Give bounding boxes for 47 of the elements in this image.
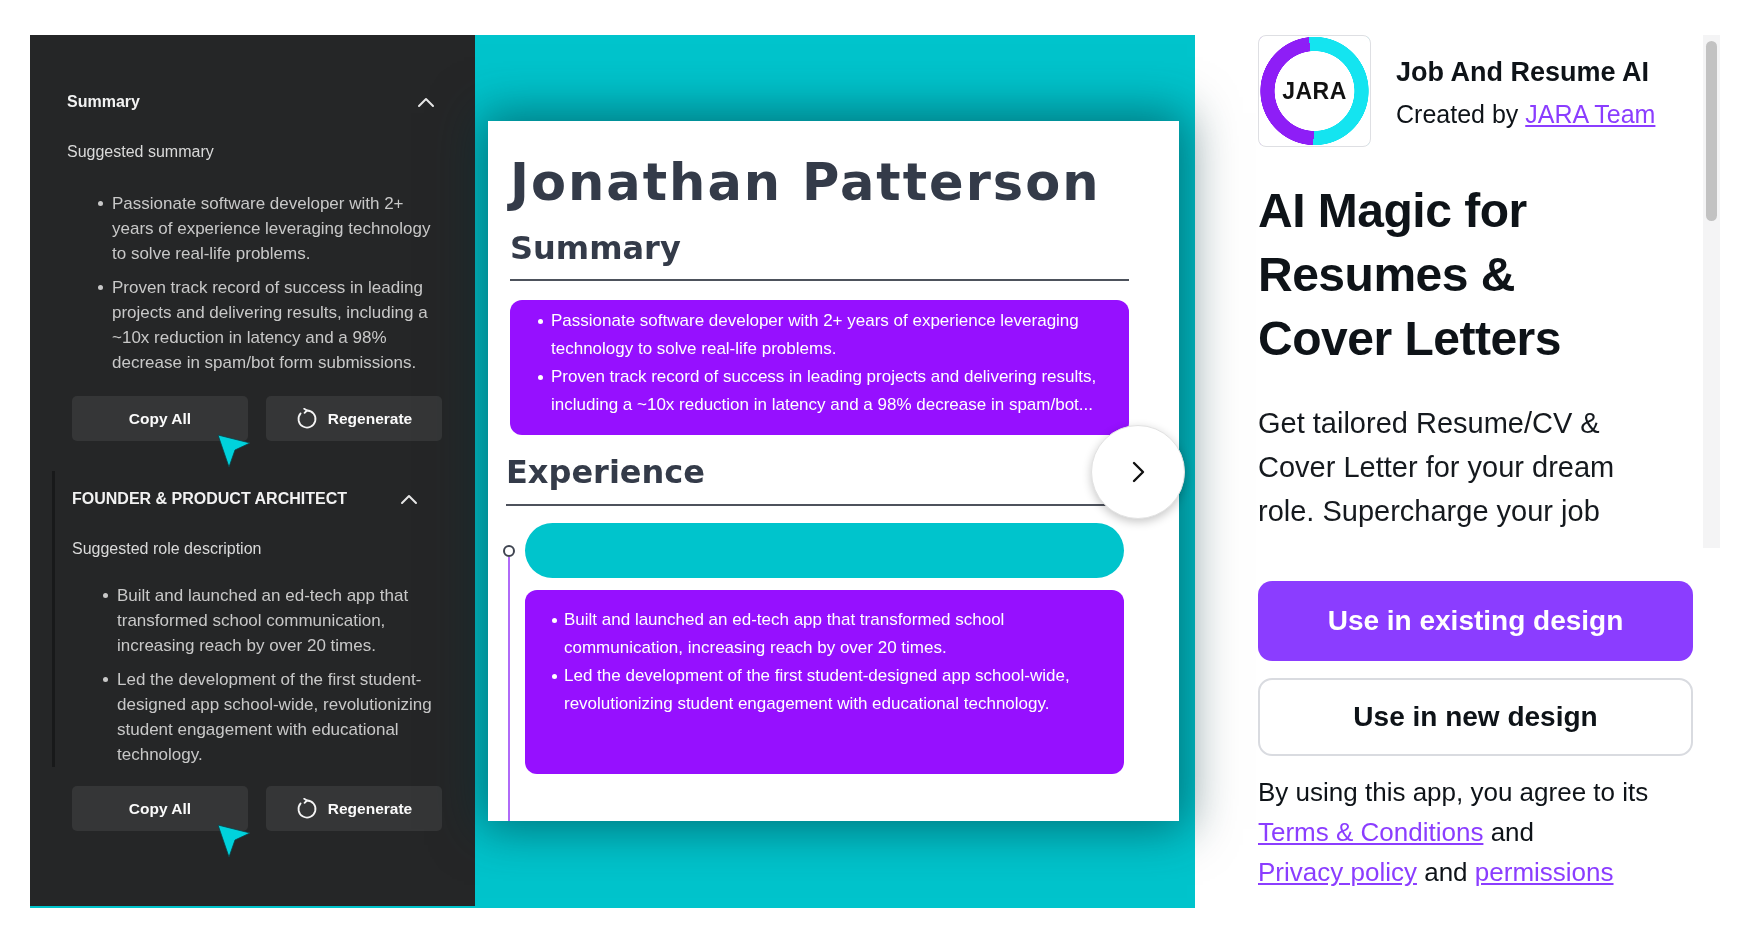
bullet-icon bbox=[552, 618, 557, 623]
bullet-text: Proven track record of success in leading projects and delivering results, including a ~10x reduction in latency and a 98% decrease in spam/bot... bbox=[551, 366, 1098, 416]
text-link[interactable]: permissions bbox=[1474, 857, 1614, 887]
suggestion-label: Suggested role description bbox=[72, 539, 263, 559]
use-existing-design-button[interactable]: Use in existing design bbox=[1258, 581, 1693, 661]
section-heading: Experience bbox=[506, 452, 706, 492]
use-new-design-button[interactable]: Use in new design bbox=[1258, 678, 1693, 756]
timeline-node-icon bbox=[503, 545, 515, 557]
bullet-icon bbox=[538, 375, 543, 380]
refresh-icon bbox=[295, 797, 318, 820]
suggestion-label: Suggested summary bbox=[67, 142, 215, 162]
bullet-icon bbox=[552, 674, 557, 679]
bullet-icon bbox=[98, 201, 103, 206]
bullet-text: Led the development of the first student-designed app school-wide, revolutionizing student engagement with educational technology. bbox=[117, 669, 433, 766]
app-name: Job And Resume AI bbox=[1396, 56, 1651, 89]
section-heading: FOUNDER & PRODUCT ARCHITECT bbox=[72, 489, 347, 509]
app-headline: AI Magic for Resumes & Cover Letters bbox=[1258, 183, 1562, 367]
section-heading: Summary bbox=[67, 92, 140, 112]
section-heading: Summary bbox=[510, 228, 682, 268]
regenerate-button[interactable]: Regenerate bbox=[266, 786, 442, 831]
creator-text: Created by JARA Team bbox=[1396, 99, 1656, 130]
cursor-icon bbox=[217, 434, 251, 468]
bullet-text: Proven track record of success in leading projects and delivering results, including a ~10x reduction in latency and a 98% decrease in spam/bot form submissions. bbox=[112, 277, 429, 374]
bullet-text: Passionate software developer with 2+ years of experience leveraging technology to solve real-life problems. bbox=[112, 193, 432, 265]
regenerate-button[interactable]: Regenerate bbox=[266, 396, 442, 441]
chevron-up-icon[interactable] bbox=[400, 493, 418, 505]
copy-all-button[interactable]: Copy All bbox=[72, 786, 248, 831]
bullet-icon bbox=[103, 593, 108, 598]
text-link[interactable]: Terms & Conditions bbox=[1258, 817, 1484, 847]
chevron-up-icon[interactable] bbox=[417, 96, 435, 108]
scrollbar-thumb[interactable] bbox=[1706, 41, 1717, 221]
bullet-text: Built and launched an ed-tech app that transformed school communication, increasing reach by over 20 times. bbox=[564, 609, 1006, 659]
chevron-right-icon bbox=[1131, 461, 1145, 483]
app-description: Get tailored Resume/CV & Cover Letter for your dream role. Supercharge your job bbox=[1258, 406, 1616, 529]
creator-link[interactable]: JARA Team bbox=[1525, 100, 1656, 128]
bullet-text: Led the development of the first student-designed app school-wide, revolutionizing student engagement with educational technology. bbox=[564, 665, 1071, 715]
terms-text: By using this app, you agree to its Terms & Conditions and Privacy policy and permissions bbox=[1258, 776, 1650, 889]
copy-all-button[interactable]: Copy All bbox=[72, 396, 248, 441]
bullet-icon bbox=[103, 677, 108, 682]
bullet-text: Built and launched an ed-tech app that transformed school communication, increasing reach by over 20 times. bbox=[117, 585, 410, 657]
cursor-icon bbox=[217, 824, 251, 858]
bullet-icon bbox=[538, 319, 543, 324]
bullet-icon bbox=[98, 285, 103, 290]
app-logo: JARA bbox=[1258, 35, 1371, 147]
text-link[interactable]: Privacy policy bbox=[1258, 857, 1417, 887]
refresh-icon bbox=[295, 407, 318, 430]
bullet-text: Passionate software developer with 2+ years of experience leveraging technology to solve real-life problems. bbox=[551, 310, 1080, 360]
